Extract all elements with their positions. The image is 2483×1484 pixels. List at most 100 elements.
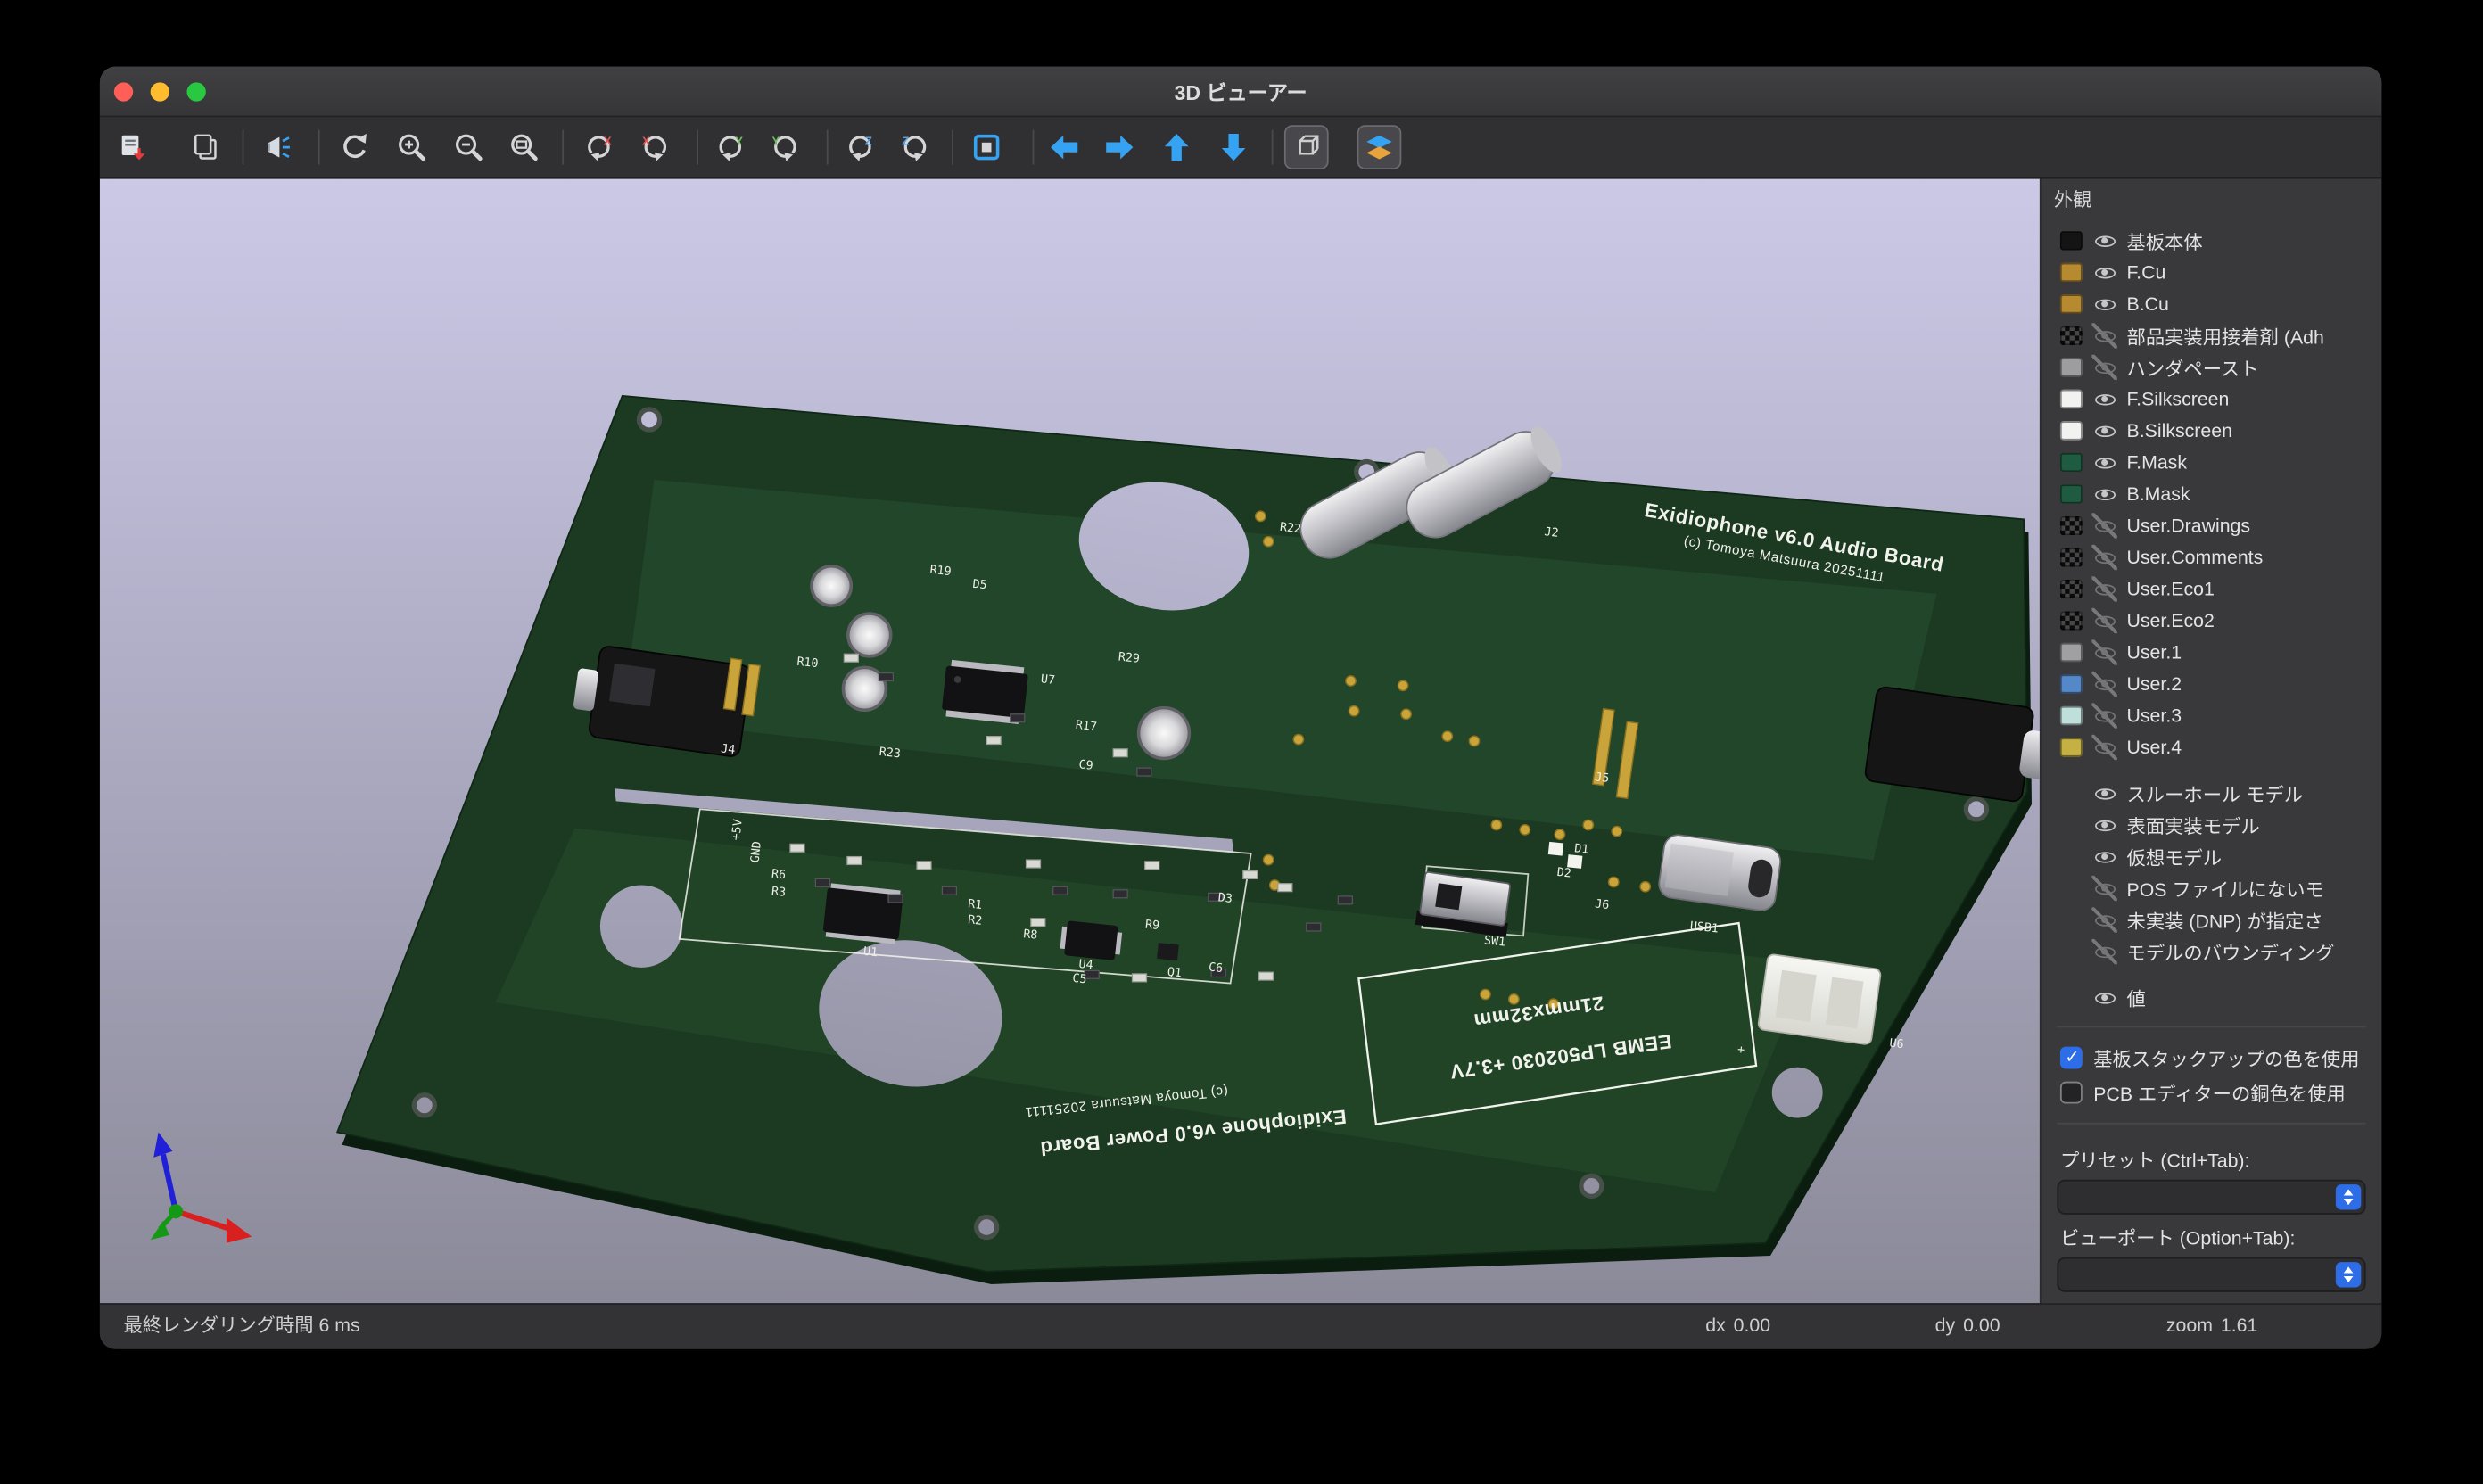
layer-row[interactable]: User.1 xyxy=(2042,637,2382,669)
layer-color-swatch[interactable] xyxy=(2060,580,2083,598)
close-button[interactable] xyxy=(114,82,133,101)
layer-color-swatch[interactable] xyxy=(2060,484,2083,503)
stackup-colors-checkbox[interactable] xyxy=(2060,1047,2083,1069)
render-options-button[interactable] xyxy=(257,125,301,169)
layer-row[interactable]: User.Comments xyxy=(2042,541,2382,573)
rotate-z-cw-button[interactable]: Z xyxy=(893,125,937,169)
rotate-z-ccw-button[interactable]: Z xyxy=(837,125,882,169)
model-row[interactable]: スルーホール モデル xyxy=(2042,778,2382,810)
visibility-eye-icon[interactable] xyxy=(2091,672,2116,697)
visibility-eye-icon[interactable] xyxy=(2091,513,2116,538)
white-connector-u6 xyxy=(1758,954,1881,1045)
center-view-button[interactable] xyxy=(964,125,1009,169)
layer-row[interactable]: B.Mask xyxy=(2042,478,2382,510)
rotate-x-ccw-button[interactable]: X xyxy=(576,125,621,169)
layer-label: B.Mask xyxy=(2127,483,2382,506)
visibility-eye-icon[interactable] xyxy=(2091,355,2116,380)
pan-up-button[interactable] xyxy=(1154,125,1199,169)
visibility-eye-icon[interactable] xyxy=(2091,780,2116,805)
visibility-eye-icon[interactable] xyxy=(2091,985,2116,1010)
layer-row[interactable]: F.Silkscreen xyxy=(2042,383,2382,416)
pcb-editor-copper-option[interactable]: PCB エディターの銅色を使用 xyxy=(2042,1076,2382,1110)
layer-row[interactable]: User.2 xyxy=(2042,668,2382,700)
stackup-colors-option[interactable]: 基板スタックアップの色を使用 xyxy=(2042,1041,2382,1076)
layer-color-swatch[interactable] xyxy=(2060,421,2083,440)
layer-color-swatch[interactable] xyxy=(2060,738,2083,756)
layer-row[interactable]: 基板本体 xyxy=(2042,225,2382,257)
layer-color-swatch[interactable] xyxy=(2060,548,2083,566)
zoom-out-button[interactable] xyxy=(447,125,491,169)
zoom-in-button[interactable] xyxy=(390,125,434,169)
visibility-eye-icon[interactable] xyxy=(2091,260,2116,284)
visibility-eye-icon[interactable] xyxy=(2091,844,2116,869)
layer-label: B.Silkscreen xyxy=(2127,420,2382,442)
visibility-eye-icon[interactable] xyxy=(2091,639,2116,664)
refresh-view-button[interactable] xyxy=(333,125,377,169)
layer-color-swatch[interactable] xyxy=(2060,643,2083,662)
layer-row[interactable]: User.4 xyxy=(2042,731,2382,763)
title-bar[interactable]: 3D ビューアー xyxy=(100,67,2382,118)
rotate-y-ccw-button[interactable]: Y xyxy=(708,125,753,169)
visibility-eye-icon[interactable] xyxy=(2091,939,2116,964)
model-row[interactable]: 未実装 (DNP) が指定さ xyxy=(2042,904,2382,936)
visibility-eye-icon[interactable] xyxy=(2091,812,2116,837)
visibility-eye-icon[interactable] xyxy=(2091,386,2116,411)
orthographic-projection-button[interactable] xyxy=(1284,125,1329,169)
visibility-eye-icon[interactable] xyxy=(2091,576,2116,601)
pcb-editor-copper-checkbox[interactable] xyxy=(2060,1082,2083,1104)
model-row[interactable]: モデルのバウンディング xyxy=(2042,936,2382,968)
layer-row[interactable]: User.Drawings xyxy=(2042,510,2382,542)
visibility-eye-icon[interactable] xyxy=(2091,323,2116,348)
zoom-to-fit-button[interactable] xyxy=(502,125,547,169)
layer-row[interactable]: User.3 xyxy=(2042,700,2382,732)
minimize-button[interactable] xyxy=(151,82,169,101)
export-image-icon xyxy=(117,131,149,163)
layer-color-swatch[interactable] xyxy=(2060,326,2083,345)
layer-row[interactable]: User.Eco1 xyxy=(2042,573,2382,606)
layer-row[interactable]: 部品実装用接着剤 (Adh xyxy=(2042,320,2382,352)
copy-image-button[interactable] xyxy=(184,125,228,169)
model-row[interactable]: 表面実装モデル xyxy=(2042,809,2382,841)
appearance-panel-button[interactable] xyxy=(1357,125,1402,169)
layer-color-swatch[interactable] xyxy=(2060,706,2083,725)
pan-right-button[interactable] xyxy=(1097,125,1142,169)
layer-color-swatch[interactable] xyxy=(2060,390,2083,408)
visibility-eye-icon[interactable] xyxy=(2091,608,2116,633)
visibility-eye-icon[interactable] xyxy=(2091,735,2116,760)
model-row[interactable]: POS ファイルにないモ xyxy=(2042,872,2382,904)
values-row[interactable]: 値 xyxy=(2042,982,2382,1014)
viewport-select[interactable] xyxy=(2057,1257,2365,1292)
visibility-eye-icon[interactable] xyxy=(2091,545,2116,570)
layer-color-swatch[interactable] xyxy=(2060,674,2083,693)
layer-color-swatch[interactable] xyxy=(2060,263,2083,282)
visibility-eye-icon[interactable] xyxy=(2091,228,2116,253)
preset-select[interactable] xyxy=(2057,1180,2365,1215)
visibility-eye-icon[interactable] xyxy=(2091,418,2116,443)
model-row[interactable]: 仮想モデル xyxy=(2042,841,2382,873)
visibility-eye-icon[interactable] xyxy=(2091,703,2116,728)
export-image-button[interactable] xyxy=(111,125,155,169)
layer-row[interactable]: User.Eco2 xyxy=(2042,605,2382,637)
layer-row[interactable]: F.Cu xyxy=(2042,257,2382,289)
layer-color-swatch[interactable] xyxy=(2060,294,2083,313)
visibility-eye-icon[interactable] xyxy=(2091,482,2116,507)
layer-color-swatch[interactable] xyxy=(2060,231,2083,250)
layer-color-swatch[interactable] xyxy=(2060,611,2083,630)
layer-color-swatch[interactable] xyxy=(2060,453,2083,472)
layer-color-swatch[interactable] xyxy=(2060,516,2083,535)
layer-color-swatch[interactable] xyxy=(2060,358,2083,376)
visibility-eye-icon[interactable] xyxy=(2091,907,2116,932)
layer-row[interactable]: B.Cu xyxy=(2042,288,2382,320)
visibility-eye-icon[interactable] xyxy=(2091,876,2116,901)
layer-row[interactable]: F.Mask xyxy=(2042,447,2382,479)
rotate-y-cw-button[interactable]: Y xyxy=(763,125,808,169)
pan-left-button[interactable] xyxy=(1042,125,1086,169)
3d-viewport[interactable]: Exidiophone v6.0 Audio Board (c) Tomoya … xyxy=(100,179,2040,1304)
visibility-eye-icon[interactable] xyxy=(2091,292,2116,317)
layer-row[interactable]: B.Silkscreen xyxy=(2042,415,2382,447)
zoom-button[interactable] xyxy=(187,82,206,101)
pan-down-button[interactable] xyxy=(1211,125,1256,169)
layer-row[interactable]: ハンダペースト xyxy=(2042,351,2382,383)
rotate-x-cw-button[interactable]: X xyxy=(633,125,678,169)
visibility-eye-icon[interactable] xyxy=(2091,449,2116,474)
